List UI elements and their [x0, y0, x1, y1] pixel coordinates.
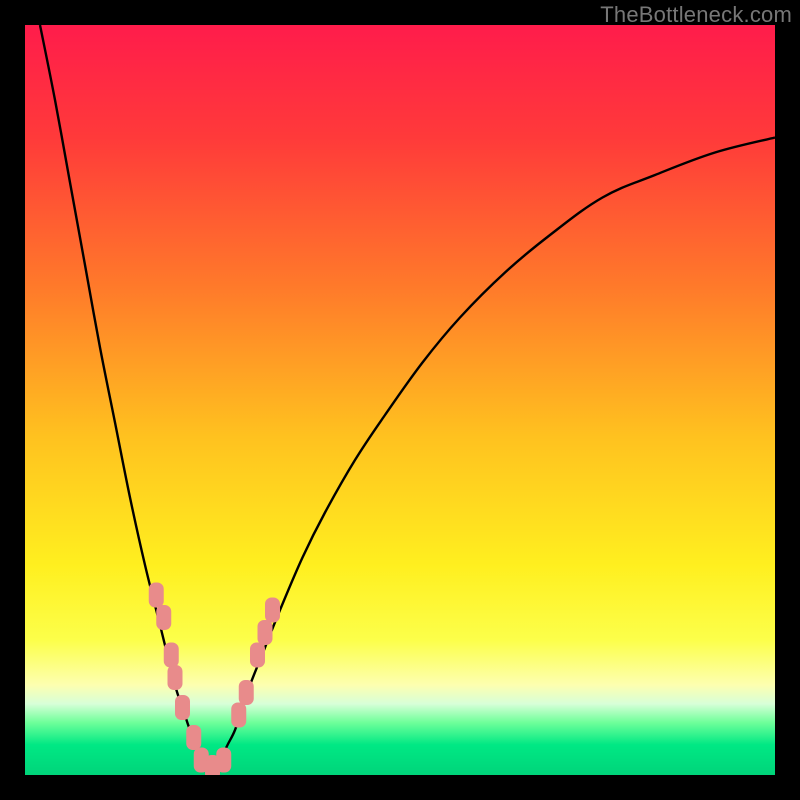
curve-marker	[164, 643, 178, 667]
curve-marker	[266, 598, 280, 622]
chart-background	[25, 25, 775, 775]
curve-marker	[176, 696, 190, 720]
chart-svg	[25, 25, 775, 775]
curve-marker	[251, 643, 265, 667]
curve-marker	[149, 583, 163, 607]
chart-plot-area	[25, 25, 775, 775]
curve-marker	[217, 748, 231, 772]
curve-marker	[157, 606, 171, 630]
curve-marker	[168, 666, 182, 690]
curve-marker	[187, 726, 201, 750]
curve-marker	[239, 681, 253, 705]
chart-frame: TheBottleneck.com	[0, 0, 800, 800]
curve-marker	[232, 703, 246, 727]
watermark-text: TheBottleneck.com	[600, 2, 792, 28]
curve-marker	[258, 621, 272, 645]
